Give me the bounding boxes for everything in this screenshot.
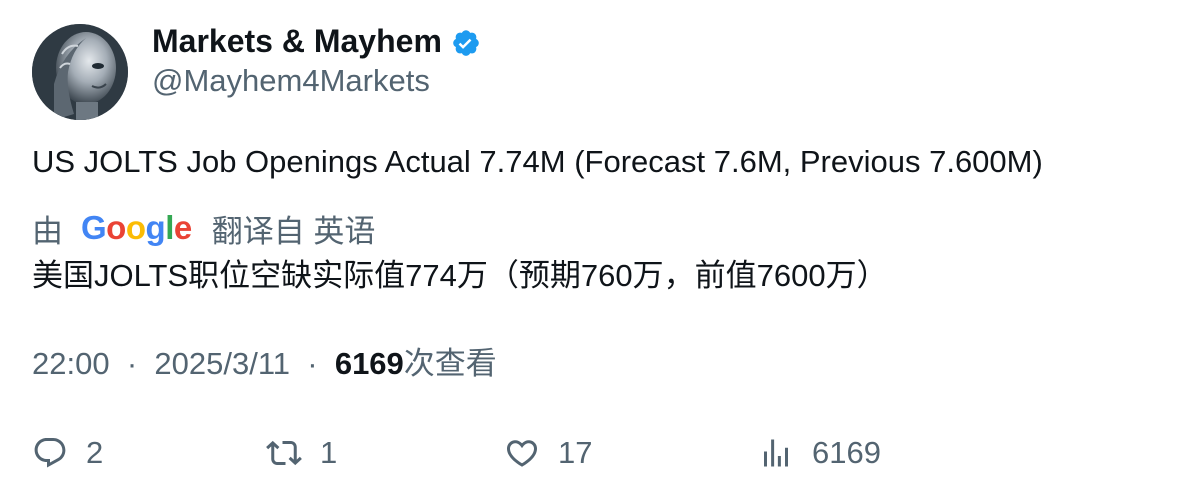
retweet-icon (266, 440, 302, 466)
views-count: 6169 (812, 435, 881, 470)
like-button[interactable]: 17 (504, 428, 592, 478)
tweet-date[interactable]: 2025/3/11 (154, 346, 290, 381)
meta-views-count: 6169 (334, 346, 404, 381)
translation-prefix: 由 (32, 213, 63, 249)
tweet-meta: 22:00 · 2025/3/11 · 6169次查看 (32, 344, 497, 384)
meta-separator: · (118, 346, 146, 381)
translation-suffix: 翻译自 英语 (211, 213, 376, 249)
translation-attribution: 由 Google 翻译自 英语 (32, 208, 376, 249)
like-count: 17 (558, 435, 593, 470)
reply-icon (34, 438, 66, 468)
tweet-time[interactable]: 22:00 (32, 346, 110, 381)
tweet-text: US JOLTS Job Openings Actual 7.74M (Fore… (32, 144, 1043, 179)
views-button[interactable]: 6169 (758, 428, 881, 478)
bar-chart-icon (764, 439, 788, 467)
avatar[interactable] (32, 24, 128, 120)
google-logo[interactable]: Google (81, 209, 192, 247)
heart-icon (506, 440, 538, 467)
action-bar: 2 1 17 6169 (0, 428, 1196, 478)
retweet-count: 1 (320, 435, 338, 470)
reply-button[interactable]: 2 (32, 428, 103, 478)
retweet-button[interactable]: 1 (266, 428, 337, 478)
verified-badge-icon (451, 28, 481, 58)
reply-count: 2 (86, 435, 104, 470)
translated-text: 美国JOLTS职位空缺实际值774万（预期760万，前值7600万） (32, 258, 888, 293)
author-name[interactable]: Markets & Mayhem (152, 22, 442, 60)
meta-views-label: 次查看 (403, 346, 497, 381)
tweet-card: Markets & Mayhem @Mayhem4Markets US JOLT… (0, 0, 1196, 498)
author-handle[interactable]: @Mayhem4Markets (152, 62, 430, 100)
meta-separator: · (298, 346, 327, 381)
